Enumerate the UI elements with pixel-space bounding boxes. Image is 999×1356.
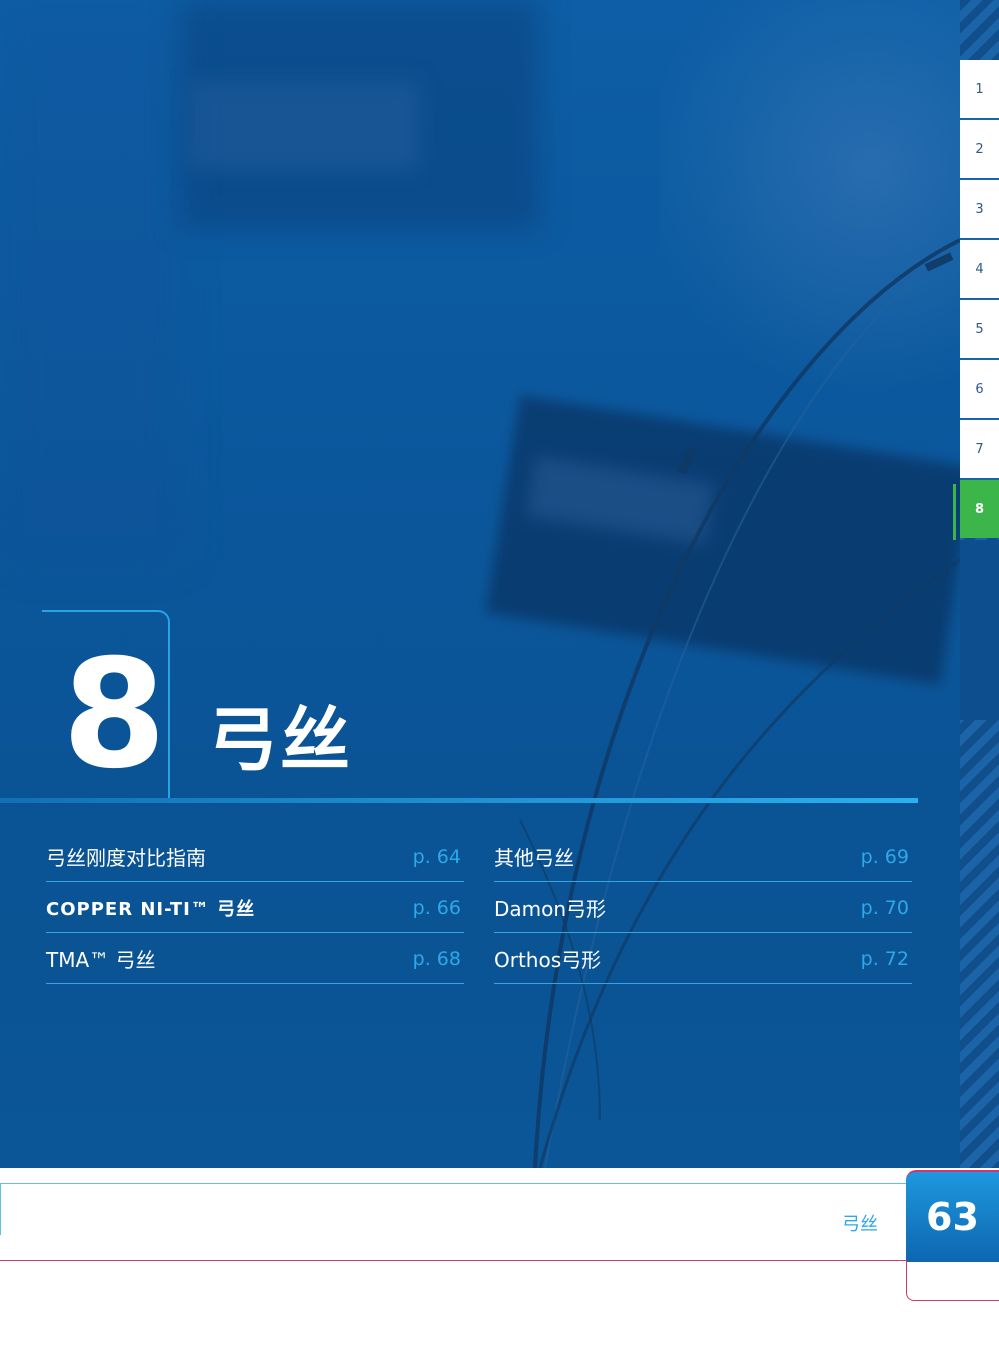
chapter-tab-6[interactable]: 6 — [960, 360, 999, 420]
footer-top-rule — [0, 1183, 906, 1184]
footer-left-edge — [0, 1183, 1, 1235]
toc-item-page: p. 64 — [412, 845, 461, 868]
toc-item[interactable]: 其他弓丝 p. 69 — [494, 832, 912, 882]
page-number: 63 — [926, 1195, 979, 1239]
toc-item-label: Damon弓形 — [494, 897, 607, 921]
toc-item-page: p. 72 — [860, 947, 909, 970]
archwire-illustration — [519, 238, 960, 1168]
chapter-tabs: 1 2 3 4 5 6 7 8 — [960, 60, 999, 538]
chapter-hero-background — [0, 0, 960, 1168]
toc-item-label: 其他弓丝 — [494, 846, 574, 870]
toc-item-page: p. 66 — [412, 896, 461, 919]
toc-item[interactable]: TMA™ 弓丝 p. 68 — [46, 934, 464, 984]
footer-bottom-rule — [0, 1260, 906, 1261]
chapter-number: 8 — [62, 628, 167, 802]
chapter-title: 弓丝 — [208, 699, 352, 781]
chapter-title-rule — [0, 798, 918, 803]
active-tab-marker — [953, 484, 956, 540]
toc-item-page: p. 68 — [412, 947, 461, 970]
toc-item-page: p. 70 — [860, 896, 909, 919]
chapter-tab-3[interactable]: 3 — [960, 180, 999, 240]
toc-item-label: COPPER NI-TI™ 弓丝 — [46, 898, 256, 920]
chapter-tab-5[interactable]: 5 — [960, 300, 999, 360]
page-footer — [0, 1168, 999, 1356]
chapter-tab-4[interactable]: 4 — [960, 240, 999, 300]
toc-item[interactable]: Damon弓形 p. 70 — [494, 883, 912, 933]
toc-item-label: Orthos弓形 — [494, 948, 602, 972]
toc-column-right: 其他弓丝 p. 69 Damon弓形 p. 70 Orthos弓形 p. 72 — [494, 832, 912, 985]
toc-item-label: 弓丝刚度对比指南 — [46, 846, 206, 870]
chapter-tab-8-active[interactable]: 8 — [960, 480, 999, 538]
toc-item[interactable]: COPPER NI-TI™ 弓丝 p. 66 — [46, 883, 464, 933]
page-number-box-outline — [906, 1260, 999, 1301]
toc-column-left: 弓丝刚度对比指南 p. 64 COPPER NI-TI™ 弓丝 p. 66 TM… — [46, 832, 464, 985]
toc-item-page: p. 69 — [860, 845, 909, 868]
chapter-tab-1[interactable]: 1 — [960, 60, 999, 120]
toc-item-label: TMA™ 弓丝 — [46, 948, 156, 972]
chapter-tab-2[interactable]: 2 — [960, 120, 999, 180]
chapter-tab-7[interactable]: 7 — [960, 420, 999, 480]
footer-section-label: 弓丝 — [842, 1214, 878, 1235]
side-strip-solid-block — [960, 540, 999, 720]
toc-item[interactable]: Orthos弓形 p. 72 — [494, 934, 912, 984]
toc-item[interactable]: 弓丝刚度对比指南 p. 64 — [46, 832, 464, 882]
page-number-box: 63 — [906, 1170, 999, 1262]
